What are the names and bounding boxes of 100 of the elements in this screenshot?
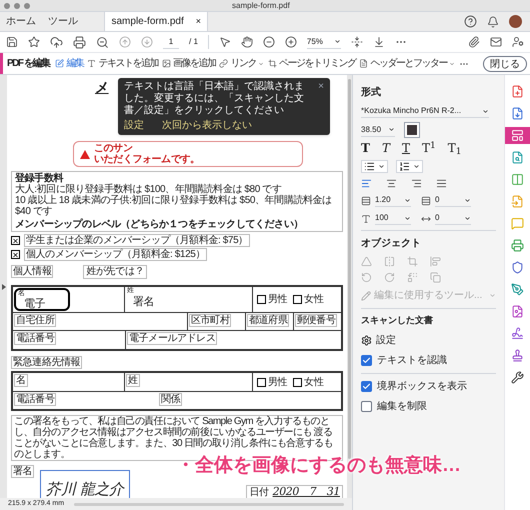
- tool-button[interactable]: 編集: [55, 56, 84, 71]
- membership-label: 学生または企業のメンバーシップ（月額料金: $75）: [24, 234, 250, 247]
- zoom-dropdown[interactable]: 75%: [306, 36, 341, 48]
- scale-icon[interactable]: [361, 214, 371, 224]
- font-dropdown[interactable]: *Kozuka Mincho Pr6N R-2...: [361, 105, 489, 118]
- caret-icon: [378, 163, 385, 170]
- scan-settings-button[interactable]: 設定: [361, 332, 496, 348]
- line-spacing-icon[interactable]: [361, 196, 371, 206]
- mail-icon[interactable]: [490, 36, 502, 48]
- caret-icon: [482, 108, 489, 114]
- help-icon[interactable]: [464, 15, 477, 28]
- tab[interactable]: ツール: [42, 12, 84, 31]
- kerning-dropdown[interactable]: 0: [435, 212, 471, 225]
- color-swatch[interactable]: [405, 123, 419, 137]
- toast-link[interactable]: 設定: [124, 120, 144, 132]
- warning-icon: [80, 150, 90, 158]
- zoom-out-button-icon[interactable]: [262, 36, 275, 48]
- align-left-icon[interactable]: [361, 178, 372, 189]
- close-button[interactable]: 閉じる: [483, 56, 527, 72]
- checkbox[interactable]: [257, 378, 266, 386]
- align-justify-icon[interactable]: [436, 178, 447, 189]
- align-center-icon[interactable]: [386, 178, 397, 189]
- line-spacing-dropdown[interactable]: 1.20: [375, 194, 411, 207]
- tool-button[interactable]: テキストを追加: [87, 56, 158, 71]
- printer-icon[interactable]: [73, 36, 86, 48]
- field-label: 自宅住所: [14, 314, 56, 327]
- file-search-icon: [511, 151, 524, 164]
- font-size-dropdown[interactable]: 38.50: [361, 124, 395, 136]
- close-tab-button[interactable]: ×: [196, 14, 201, 28]
- bullet-list-button[interactable]: [361, 160, 388, 173]
- hand-icon[interactable]: [240, 36, 253, 48]
- bell-icon[interactable]: [487, 16, 499, 28]
- crop-icon: [268, 59, 277, 68]
- zoom-in-icon[interactable]: [284, 36, 297, 48]
- tool-button[interactable]: 画像を追加: [162, 56, 216, 71]
- field-label: 電話番号: [14, 393, 56, 406]
- date-label: 日付: [249, 487, 269, 498]
- toast-link[interactable]: 次回から表示しない: [162, 120, 252, 132]
- paragraph-spacing-dropdown[interactable]: 0: [435, 194, 471, 207]
- settings-icon: [361, 334, 372, 346]
- field-label: 電子メールアドレス: [127, 332, 218, 345]
- tool-button[interactable]: ヘッダーとフッター: [359, 56, 455, 71]
- stamp-icon: [511, 349, 524, 362]
- align-right-icon[interactable]: [411, 178, 422, 189]
- file-image-icon: [511, 305, 524, 318]
- file-download-icon: [511, 107, 524, 120]
- horizontal-scrollbar[interactable]: [74, 502, 344, 506]
- tab[interactable]: ホーム: [0, 12, 42, 31]
- fee-title: 登録手数料: [15, 173, 64, 184]
- field-value: 署名: [133, 295, 156, 308]
- upload-icon[interactable]: [50, 36, 63, 48]
- caret-icon: [489, 292, 496, 299]
- scrollbar[interactable]: [348, 79, 351, 459]
- caret-icon: [334, 38, 341, 45]
- caret-icon: [413, 163, 420, 170]
- caret-icon: [464, 196, 471, 204]
- section-title: 個人情報: [11, 265, 54, 278]
- avatar[interactable]: [509, 15, 522, 28]
- columns-icon: [511, 173, 524, 186]
- text-style-button[interactable]: T$_{1}$: [448, 142, 462, 155]
- user-settings-icon[interactable]: [512, 36, 524, 48]
- text-style-button[interactable]: T: [361, 142, 370, 155]
- checkbox[interactable]: [257, 295, 266, 304]
- field-label: 都道府県: [247, 314, 290, 327]
- zoom-out-icon[interactable]: [96, 36, 109, 48]
- paperclip-icon[interactable]: [468, 36, 480, 48]
- tool-button[interactable]: ページをトリミング: [268, 56, 356, 71]
- option-label: 境界ボックスを表示: [377, 380, 467, 394]
- checkbox[interactable]: [11, 250, 20, 259]
- checkbox[interactable]: [293, 378, 302, 386]
- text-icon: [87, 59, 96, 68]
- text-style-button[interactable]: T: [382, 142, 390, 155]
- checkbox[interactable]: [11, 236, 20, 245]
- shield-icon: [511, 261, 524, 274]
- text-style-button[interactable]: T$^{1}$: [422, 142, 436, 155]
- section-title: オブジェクト: [361, 236, 422, 251]
- membership-label: 個人のメンバーシップ（月額料金: $125）: [24, 248, 208, 261]
- field-label: 名: [14, 374, 28, 387]
- star-icon[interactable]: [28, 36, 40, 48]
- caret-icon: [448, 60, 455, 66]
- checkbox[interactable]: [361, 354, 372, 366]
- page-field[interactable]: 1: [163, 36, 179, 48]
- field-label: 区市町村: [189, 314, 232, 327]
- tool-title: PDF を編集: [7, 56, 50, 71]
- field-label: 関係: [159, 393, 182, 406]
- numbered-list-button[interactable]: [396, 160, 423, 173]
- text-style-button[interactable]: T: [402, 142, 410, 155]
- tab[interactable]: sample-form.pdf ×: [104, 12, 208, 31]
- save-icon[interactable]: [6, 36, 18, 48]
- caret-icon: [464, 214, 471, 222]
- checkbox[interactable]: [361, 400, 372, 412]
- checkbox[interactable]: [361, 380, 372, 392]
- paragraph-spacing-icon[interactable]: [421, 196, 431, 206]
- accent-bar: [0, 53, 3, 74]
- pencil-icon: [361, 290, 371, 300]
- pointer-icon[interactable]: [218, 36, 231, 48]
- scale-dropdown[interactable]: 100: [375, 212, 411, 225]
- checkbox[interactable]: [293, 295, 302, 304]
- tool-button[interactable]: リンク: [219, 56, 264, 71]
- close-toast-button[interactable]: ×: [318, 81, 324, 117]
